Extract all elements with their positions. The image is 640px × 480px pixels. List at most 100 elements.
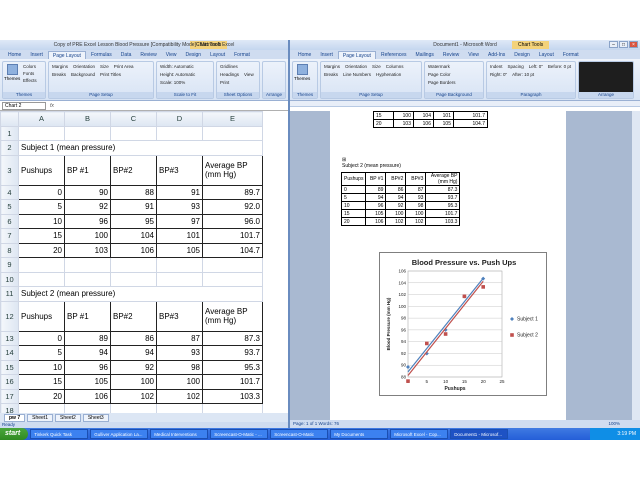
column-header-a[interactable]: A xyxy=(18,111,65,127)
word-table-cell[interactable]: 20 xyxy=(373,119,394,128)
word-table-cell[interactable]: 100 xyxy=(405,209,427,218)
cell[interactable]: 15 xyxy=(18,228,65,244)
word-table-cell[interactable]: 92 xyxy=(385,201,407,210)
cell[interactable]: 103.3 xyxy=(202,388,263,404)
cell[interactable]: 94 xyxy=(110,345,157,361)
word-size-button[interactable]: Size xyxy=(370,63,383,70)
word-tab-addins[interactable]: Add-Ins xyxy=(484,51,509,59)
word-table-cell[interactable]: 87.3 xyxy=(425,185,461,194)
cell[interactable]: 103 xyxy=(64,242,111,258)
cell[interactable]: 92 xyxy=(64,199,111,215)
cell[interactable]: 10 xyxy=(18,359,65,375)
word-page-borders-button[interactable]: Page Borders xyxy=(426,79,458,86)
word-columns-button[interactable]: Columns xyxy=(384,63,406,70)
word-tab-review[interactable]: Review xyxy=(439,51,463,59)
word-table-cell[interactable]: 102 xyxy=(385,217,407,226)
word-table-cell[interactable]: BP#3 xyxy=(405,172,427,186)
word-table-cell[interactable]: 94 xyxy=(385,193,407,202)
cell[interactable]: 20 xyxy=(18,242,65,258)
excel-gridlines-option[interactable]: Gridlines xyxy=(218,63,240,70)
row-header[interactable]: 9 xyxy=(0,257,19,273)
task-gulliver[interactable]: Gulliver Application La... xyxy=(90,429,149,439)
word-table-cell[interactable]: 105 xyxy=(433,119,454,128)
column-header-c[interactable]: C xyxy=(110,111,157,127)
word-vertical-scrollbar[interactable] xyxy=(632,111,640,420)
cell[interactable]: 94 xyxy=(64,345,111,361)
word-table-cell[interactable]: 101.7 xyxy=(453,111,488,120)
word-tab-format[interactable]: Format xyxy=(559,51,583,59)
excel-size-button[interactable]: Size xyxy=(98,63,111,70)
excel-width-field[interactable]: Width: Automatic xyxy=(158,63,197,70)
excel-print-titles-button[interactable]: Print Titles xyxy=(98,71,123,78)
excel-tab-data[interactable]: Data xyxy=(117,51,136,59)
cell[interactable]: 5 xyxy=(18,345,65,361)
excel-effects-button[interactable]: Effects xyxy=(21,77,39,84)
cell[interactable] xyxy=(110,271,157,287)
excel-tab-review[interactable]: Review xyxy=(136,51,160,59)
cell[interactable]: 92.0 xyxy=(202,199,263,215)
word-table-cell[interactable]: 103 xyxy=(393,119,414,128)
excel-tab-format[interactable]: Format xyxy=(230,51,254,59)
word-indent-right-field[interactable]: Right: 0" xyxy=(488,71,509,78)
sheet-tab-sheet2[interactable]: Sheet2 xyxy=(54,413,81,422)
cell[interactable]: 101.7 xyxy=(202,228,263,244)
excel-fonts-button[interactable]: Fonts xyxy=(21,70,39,77)
maximize-icon[interactable]: □ xyxy=(619,41,628,48)
cell[interactable]: BP#3 xyxy=(156,154,203,186)
cell[interactable]: BP#2 xyxy=(110,300,157,332)
word-orientation-button[interactable]: Orientation xyxy=(343,63,369,70)
cell[interactable]: 105 xyxy=(64,374,111,390)
task-my-documents[interactable]: My Documents xyxy=(330,429,389,439)
cell[interactable]: 90 xyxy=(64,184,111,200)
excel-tab-view[interactable]: View xyxy=(162,51,181,59)
cell[interactable]: 101 xyxy=(156,228,203,244)
cell[interactable]: 93 xyxy=(156,199,203,215)
cell[interactable]: 91 xyxy=(156,184,203,200)
cell[interactable]: 95 xyxy=(110,213,157,229)
row-header[interactable]: 2 xyxy=(0,140,19,156)
cell[interactable]: 98 xyxy=(156,359,203,375)
cell[interactable]: 20 xyxy=(18,388,65,404)
cell[interactable]: Subject 2 (mean pressure) xyxy=(18,286,263,302)
row-header[interactable]: 4 xyxy=(0,184,19,200)
row-header[interactable]: 1 xyxy=(0,125,19,141)
excel-print-checkbox[interactable]: Print xyxy=(218,79,231,86)
cell[interactable] xyxy=(64,125,111,141)
cell[interactable]: 95.3 xyxy=(202,359,263,375)
word-table-cell[interactable]: 20 xyxy=(340,217,367,226)
excel-tab-formulas[interactable]: Formulas xyxy=(87,51,116,59)
minimize-icon[interactable]: – xyxy=(609,41,618,48)
word-table-cell[interactable]: 87 xyxy=(405,185,427,194)
task-screencast-2[interactable]: Screencast-O-Matic xyxy=(270,429,329,439)
word-table-cell[interactable]: 94 xyxy=(365,193,387,202)
cell[interactable]: 15 xyxy=(18,374,65,390)
word-table-cell[interactable]: 95.3 xyxy=(425,201,461,210)
row-header[interactable]: 3 xyxy=(0,154,19,186)
word-table-cell[interactable]: 93.7 xyxy=(425,193,461,202)
word-themes-button[interactable]: Themes xyxy=(294,63,310,87)
cell[interactable]: 97 xyxy=(156,213,203,229)
word-table-cell[interactable]: 106 xyxy=(413,119,434,128)
cell[interactable] xyxy=(64,257,111,273)
word-table-cell[interactable]: Pushups xyxy=(340,172,367,186)
excel-print-area-button[interactable]: Print Area xyxy=(112,63,136,70)
sheet-tab-pw7[interactable]: pw 7 xyxy=(4,413,26,422)
row-header[interactable]: 10 xyxy=(0,271,19,287)
word-table-cell[interactable]: 5 xyxy=(340,193,367,202)
cell[interactable] xyxy=(156,271,203,287)
word-line-numbers-button[interactable]: Line Numbers xyxy=(341,71,373,78)
cell[interactable]: 93.7 xyxy=(202,345,263,361)
row-header[interactable]: 8 xyxy=(0,242,19,258)
cell[interactable]: 96.0 xyxy=(202,213,263,229)
word-table-cell[interactable]: 102 xyxy=(405,217,427,226)
cell[interactable]: 104.7 xyxy=(202,242,263,258)
word-table-cell[interactable]: 15 xyxy=(340,209,367,218)
cell[interactable]: 104 xyxy=(110,228,157,244)
word-hyphenation-button[interactable]: Hyphenation xyxy=(374,71,403,78)
word-table-cell[interactable]: 104.7 xyxy=(453,119,488,128)
word-spacing-after-field[interactable]: After: 10 pt xyxy=(510,71,536,78)
cell[interactable]: BP#3 xyxy=(156,300,203,332)
cell[interactable]: 87 xyxy=(156,330,203,346)
row-header[interactable]: 11 xyxy=(0,286,19,302)
excel-titlebar[interactable]: Chart Tools Copy of PRE Excel Lesson Blo… xyxy=(0,40,288,50)
